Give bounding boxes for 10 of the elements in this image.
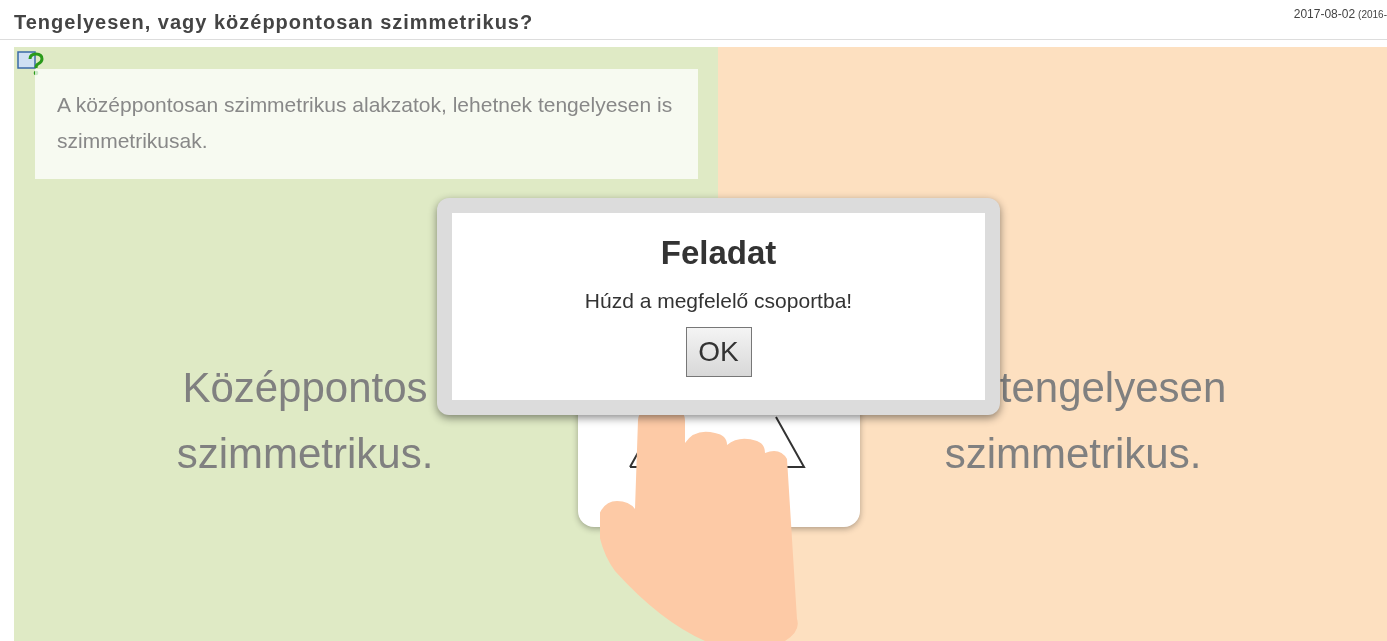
ok-button[interactable]: OK — [685, 326, 752, 377]
date-text: 2017-08-02 — [1293, 6, 1356, 23]
group-label-text: tengelyesen — [999, 363, 1227, 413]
date-range-text: (2016- — [1358, 8, 1387, 22]
group-label-text: Középpontos — [182, 363, 428, 413]
help-icon[interactable] — [17, 51, 45, 77]
page-title: Tengelyesen, vagy középpontosan szimmetrikus? — [14, 10, 534, 35]
group-label-text: szimmetrikus. — [176, 429, 434, 479]
group-label-text: szimmetrikus. — [944, 429, 1202, 479]
hint-text: A középpontosan szimmetrikus alakzatok, lehetnek tengelyesen is szimmetrikusak. — [57, 92, 674, 154]
